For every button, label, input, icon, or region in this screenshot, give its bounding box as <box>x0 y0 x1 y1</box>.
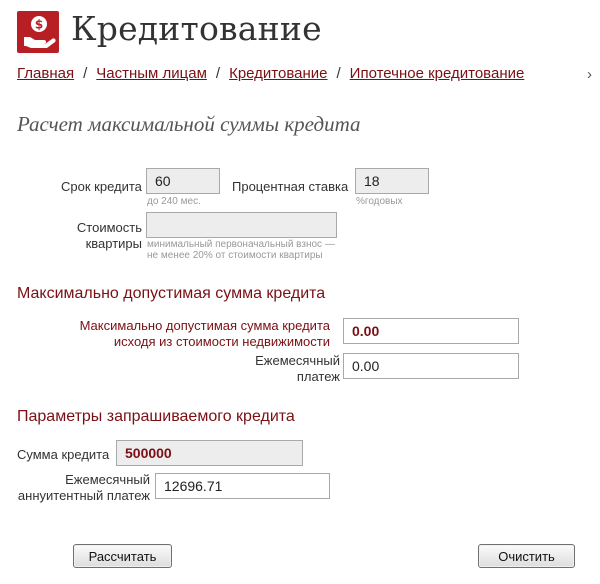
term-input[interactable] <box>146 168 220 194</box>
breadcrumb-separator: / <box>336 65 341 82</box>
term-hint: до 240 мес. <box>147 196 201 207</box>
max-monthly-output[interactable] <box>343 353 519 379</box>
hand-money-icon: $ <box>24 16 56 48</box>
max-monthly-label: Ежемесячный платеж <box>255 353 340 384</box>
rate-hint: %годовых <box>356 196 403 207</box>
breadcrumb-separator: / <box>215 65 221 82</box>
max-section-title: Максимально допустимая сумма кредита <box>17 285 326 302</box>
cost-hint: минимальный первоначальный взнос — не ме… <box>147 239 335 261</box>
breadcrumb: Главная / Частным лицам / Кредитование / Ипоте… <box>17 65 524 82</box>
apartment-cost-input[interactable] <box>146 212 337 238</box>
breadcrumb-mortgage[interactable]: Ипотечное кредитование <box>350 65 525 82</box>
rate-label: Процентная ставка <box>232 179 349 194</box>
breadcrumb-private[interactable]: Частным лицам <box>96 65 207 82</box>
max-amount-output[interactable] <box>343 318 519 344</box>
calculate-button[interactable]: Рассчитать <box>73 544 172 568</box>
params-section-title: Параметры запрашиваемого кредита <box>17 408 295 425</box>
loan-amount-input[interactable] <box>116 440 303 466</box>
svg-text:$: $ <box>35 18 43 32</box>
chevron-right-icon[interactable]: › <box>587 66 592 83</box>
max-by-property-label: Максимально допустимая сумма кредита исх… <box>79 318 330 349</box>
amount-label: Сумма кредита <box>17 447 110 462</box>
rate-input[interactable] <box>355 168 429 194</box>
breadcrumb-home[interactable]: Главная <box>17 65 74 82</box>
breadcrumb-lending[interactable]: Кредитование <box>229 65 327 82</box>
breadcrumb-separator: / <box>83 65 88 82</box>
annuity-payment-output[interactable] <box>155 473 330 499</box>
clear-button[interactable]: Очистить <box>478 544 575 568</box>
section-title: Расчет максимальной суммы кредита <box>17 112 361 136</box>
annuity-label: Ежемесячный аннуитентный платеж <box>17 472 150 503</box>
logo: $ <box>17 11 59 53</box>
term-label: Срок кредита <box>61 179 142 194</box>
cost-label: Стоимость квартиры <box>76 220 142 251</box>
page-title: Кредитование <box>71 9 322 48</box>
